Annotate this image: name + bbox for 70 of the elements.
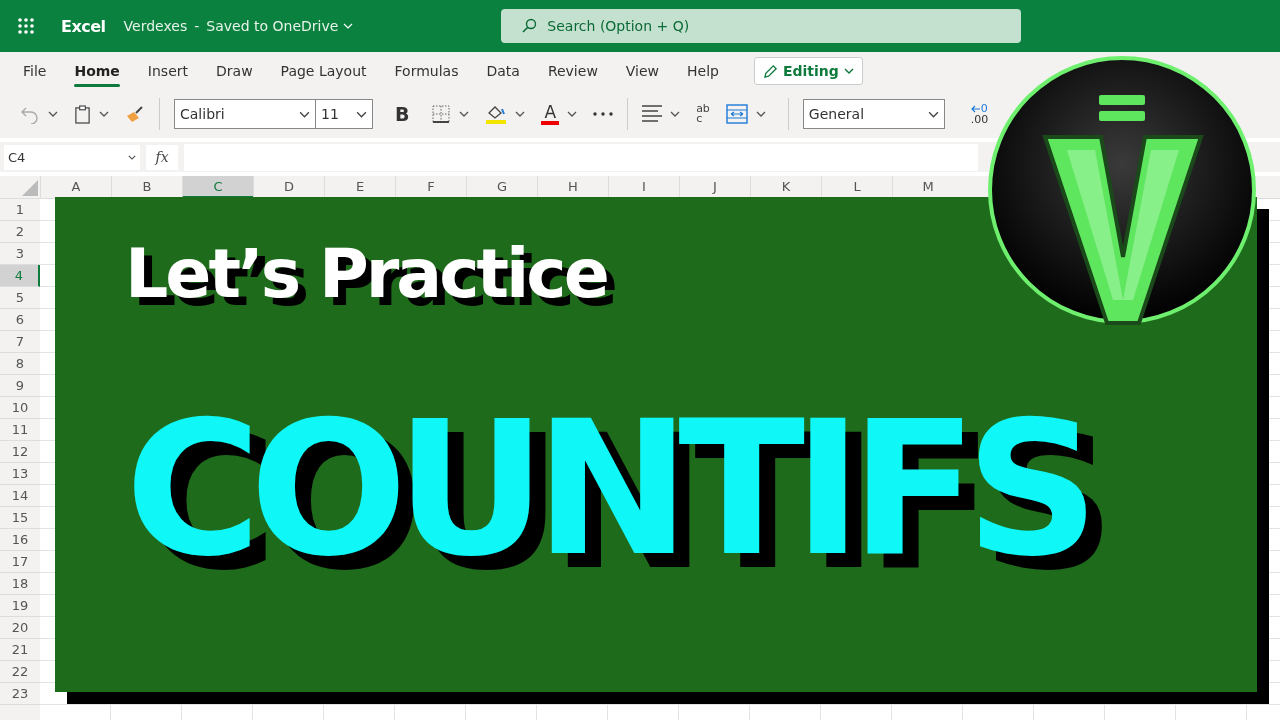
row-header[interactable]: 8	[0, 353, 40, 375]
format-painter-icon[interactable]	[125, 104, 145, 124]
ribbon-tab[interactable]: Draw	[203, 55, 266, 87]
column-header[interactable]: C	[182, 176, 253, 198]
ribbon-tab[interactable]: File	[10, 55, 60, 87]
ribbon-tab[interactable]: Help	[674, 55, 732, 87]
ribbon-tab[interactable]: Review	[534, 55, 611, 87]
chevron-down-icon[interactable]	[48, 111, 58, 117]
font-name-dropdown[interactable]: Calibri	[174, 99, 316, 129]
row-header[interactable]: 10	[0, 397, 40, 419]
name-box[interactable]: C4	[4, 144, 140, 170]
ribbon-tab[interactable]: Data	[473, 55, 533, 87]
app-launcher-icon[interactable]	[17, 17, 35, 35]
row-header[interactable]: 1	[0, 199, 40, 221]
merge-cells-icon[interactable]	[725, 104, 748, 124]
borders-icon[interactable]	[431, 104, 452, 124]
row-header[interactable]: 9	[0, 375, 40, 397]
row-header[interactable]: 23	[0, 683, 40, 705]
save-status[interactable]: Saved to OneDrive	[206, 18, 339, 34]
row-header[interactable]: 18	[0, 573, 40, 595]
row-header[interactable]: 17	[0, 551, 40, 573]
row-header[interactable]: 22	[0, 661, 40, 683]
number-format-dropdown[interactable]: General	[802, 99, 945, 129]
chevron-down-icon	[356, 110, 367, 118]
chevron-down-icon	[843, 68, 854, 74]
insert-function-button[interactable]: fx	[146, 144, 178, 170]
more-options-icon[interactable]	[593, 112, 614, 116]
row-header[interactable]: 15	[0, 507, 40, 529]
row-header[interactable]: 11	[0, 419, 40, 441]
wrap-text-button[interactable]: ab c	[696, 104, 710, 124]
ribbon-tab[interactable]: Home	[61, 55, 133, 87]
chevron-down-icon	[299, 110, 310, 118]
row-header[interactable]: 12	[0, 441, 40, 463]
editing-mode-button[interactable]: Editing	[754, 57, 863, 85]
row-header[interactable]: 19	[0, 595, 40, 617]
row-header[interactable]: 21	[0, 639, 40, 661]
ribbon-tab[interactable]: Formulas	[381, 55, 472, 87]
font-color-button[interactable]: A	[541, 103, 560, 125]
font-size-dropdown[interactable]: 11	[315, 99, 373, 129]
search-icon	[521, 18, 538, 34]
clipboard-icon[interactable]	[74, 104, 91, 124]
row-header[interactable]: 14	[0, 485, 40, 507]
chevron-down-icon[interactable]	[459, 111, 470, 117]
logo-icon	[987, 55, 1257, 325]
title-separator: -	[194, 18, 200, 34]
ribbon-tab[interactable]: Insert	[134, 55, 201, 87]
row-header[interactable]: 7	[0, 331, 40, 353]
row-header[interactable]: 5	[0, 287, 40, 309]
chevron-down-icon[interactable]	[755, 111, 766, 117]
row-header[interactable]: 20	[0, 617, 40, 639]
chevron-down-icon[interactable]	[99, 111, 109, 117]
ribbon-tab[interactable]: View	[612, 55, 673, 87]
search-field[interactable]: Search (Option + Q)	[501, 9, 1022, 43]
chevron-down-icon[interactable]	[515, 111, 526, 117]
app-name: Excel	[61, 16, 106, 36]
bold-button[interactable]: B	[389, 102, 416, 126]
row-header[interactable]: 16	[0, 529, 40, 551]
row-header[interactable]: 6	[0, 309, 40, 331]
pencil-icon	[763, 63, 778, 79]
document-title[interactable]: Verdexes	[123, 18, 188, 34]
row-header[interactable]: 13	[0, 463, 40, 485]
arrow-left-icon	[970, 104, 981, 113]
align-icon[interactable]	[642, 105, 663, 123]
ribbon-tab[interactable]: Page Layout	[267, 55, 380, 87]
decrease-decimal-button[interactable]: 0 .00	[970, 103, 989, 125]
row-header[interactable]: 4	[0, 265, 40, 287]
row-header[interactable]: 2	[0, 221, 40, 243]
chevron-down-icon	[927, 110, 939, 118]
chevron-down-icon[interactable]	[670, 111, 681, 117]
chevron-down-icon[interactable]	[567, 111, 578, 117]
